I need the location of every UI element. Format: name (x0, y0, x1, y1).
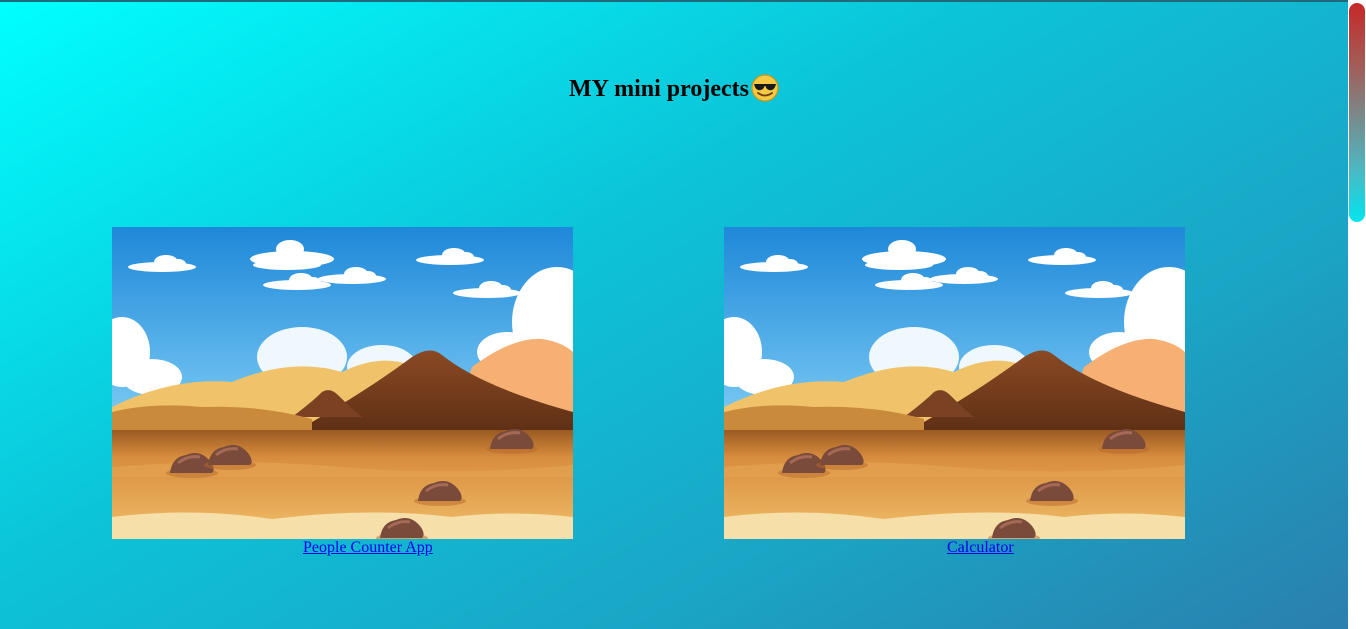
project-thumbnail-image (724, 227, 1185, 539)
project-card-people-counter: People Counter App (112, 227, 624, 557)
project-thumbnail-image (112, 227, 573, 539)
page-title-text: MY mini projects (569, 76, 749, 102)
calculator-link[interactable]: Calculator (724, 539, 1236, 557)
sunglasses-face-icon (751, 74, 779, 102)
scrollbar-thumb[interactable] (1349, 3, 1365, 222)
people-counter-app-link[interactable]: People Counter App (112, 539, 624, 557)
vertical-scrollbar[interactable] (1348, 0, 1366, 629)
project-card-calculator: Calculator (724, 227, 1236, 557)
page-title: MY mini projects (0, 74, 1348, 103)
page-background: MY mini projects People Counter App Calc… (0, 0, 1348, 629)
